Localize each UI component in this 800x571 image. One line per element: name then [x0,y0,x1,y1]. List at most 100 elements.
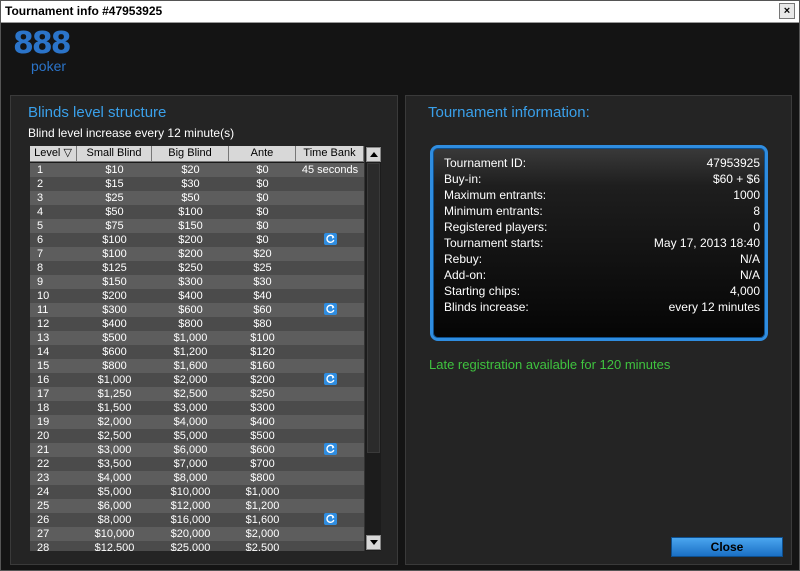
cell-big-blind: $16,000 [170,514,211,526]
cell-time-bank [296,387,364,401]
cell-level: 6 [37,234,44,246]
close-button[interactable]: Close [671,537,783,557]
info-label: Tournament ID: [444,156,527,170]
cell-big-blind: $800 [178,318,203,330]
table-row: 21 $3,000 $6,000 $600 [30,443,364,457]
info-label: Starting chips: [444,284,521,298]
cell-small-blind: $75 [105,220,124,232]
cell-level: 27 [37,528,50,540]
table-row: 4 $50 $100 $0 [30,205,364,219]
cell-big-blind: $600 [178,304,203,316]
time-bank-refresh-icon [323,513,337,526]
cell-level: 8 [37,262,44,274]
col-ante[interactable]: Ante [229,146,296,162]
cell-ante: $60 [253,304,272,316]
info-label: Maximum entrants: [444,188,547,202]
cell-small-blind: $8,000 [97,514,132,526]
cell-small-blind: $2,000 [97,416,132,428]
cell-small-blind: $50 [105,206,124,218]
info-label: Buy-in: [444,172,482,186]
table-scrollbar[interactable] [364,146,381,551]
cell-big-blind: $20,000 [170,528,211,540]
info-label: Blinds increase: [444,300,529,314]
cell-level: 23 [37,472,50,484]
cell-ante: $0 [256,206,269,218]
cell-time-bank [296,261,364,275]
table-row: 7 $100 $200 $20 [30,247,364,261]
col-time-bank[interactable]: Time Bank [296,146,364,162]
cell-big-blind: $12,000 [170,500,211,512]
cell-time-bank [296,513,364,527]
cell-big-blind: $4,000 [173,416,208,428]
info-value: N/A [739,268,760,282]
title-bar[interactable]: Tournament info #47953925 × [1,1,799,23]
scroll-down-button[interactable] [366,535,381,550]
cell-ante: $1,600 [245,514,280,526]
cell-big-blind: $6,000 [173,444,208,456]
info-row: Registered players: 0 [444,220,760,236]
cell-small-blind: $1,250 [97,388,132,400]
table-row: 17 $1,250 $2,500 $250 [30,387,364,401]
table-row: 26 $8,000 $16,000 $1,600 [30,513,364,527]
info-box: Tournament ID: 47953925 Buy-in: $60 + $6 Max… [430,145,768,341]
cell-big-blind: $400 [178,290,203,302]
cell-small-blind: $5,000 [97,486,132,498]
info-value: N/A [739,252,760,266]
cell-big-blind: $200 [178,234,203,246]
col-level[interactable]: Level ▽ [30,146,77,162]
cell-big-blind: $100 [178,206,203,218]
cell-level: 14 [37,346,50,358]
window-title: Tournament info #47953925 [5,4,163,18]
late-registration-text: Late registration available for 120 minu… [429,357,671,372]
info-row: Minimum entrants: 8 [444,204,760,220]
col-big-blind[interactable]: Big Blind [152,146,229,162]
cell-ante: $2,500 [245,542,280,551]
table-row: 10 $200 $400 $40 [30,289,364,303]
cell-big-blind: $20 [181,164,200,176]
cell-level: 21 [37,444,50,456]
cell-small-blind: $2,500 [97,430,132,442]
cell-small-blind: $125 [102,262,127,274]
cell-time-bank [296,247,364,261]
888poker-logo: 888 poker [13,29,83,83]
table-row: 1 $10 $20 $0 45 seconds [30,163,364,177]
cell-ante: $700 [250,458,275,470]
table-row: 6 $100 $200 $0 [30,233,364,247]
cell-level: 4 [37,206,44,218]
cell-big-blind: $10,000 [170,486,211,498]
table-row: 18 $1,500 $3,000 $300 [30,401,364,415]
logo-sub: poker [31,58,67,74]
info-value: 47953925 [706,156,760,170]
cell-ante: $160 [250,360,275,372]
cell-level: 19 [37,416,50,428]
cell-time-bank [296,275,364,289]
info-value: 4,000 [729,284,760,298]
cell-big-blind: $2,500 [173,388,208,400]
cell-level: 24 [37,486,50,498]
scroll-thumb[interactable] [367,163,380,453]
info-row: Rebuy: N/A [444,252,760,268]
close-window-icon[interactable]: × [779,3,795,19]
cell-big-blind: $50 [181,192,200,204]
cell-ante: $0 [256,178,269,190]
info-title: Tournament information: [428,104,590,121]
cell-level: 2 [37,178,44,190]
cell-level: 13 [37,332,50,344]
cell-small-blind: $100 [102,234,127,246]
scroll-up-button[interactable] [366,147,381,162]
cell-level: 18 [37,402,50,414]
info-label: Rebuy: [444,252,483,266]
cell-level: 12 [37,318,50,330]
cell-small-blind: $10,000 [94,528,135,540]
cell-time-bank [296,317,364,331]
cell-time-bank [296,527,364,541]
cell-big-blind: $2,000 [173,374,208,386]
cell-time-bank: 45 seconds [301,164,359,176]
info-value: $60 + $6 [712,172,760,186]
cell-small-blind: $3,500 [97,458,132,470]
col-small-blind[interactable]: Small Blind [77,146,152,162]
info-label: Minimum entrants: [444,204,543,218]
cell-level: 16 [37,374,50,386]
cell-level: 28 [37,542,50,551]
info-value: 1000 [733,188,760,202]
